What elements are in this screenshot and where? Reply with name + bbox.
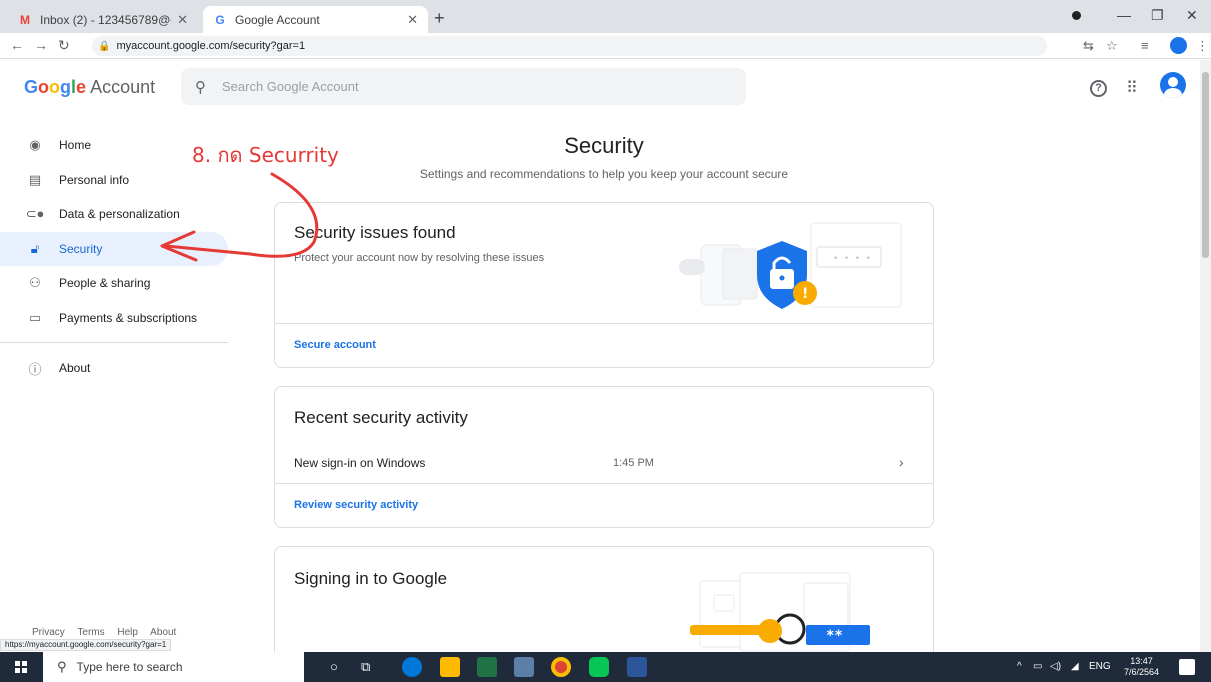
task-view-icon[interactable]: ⧉ <box>361 659 370 675</box>
account-avatar[interactable] <box>1160 72 1186 98</box>
google-logo: Google <box>24 77 87 97</box>
clock-date: 7/6/2564 <box>1124 667 1160 677</box>
sidebar-item-label: Personal info <box>59 172 130 187</box>
browser-toolbar: ← → ↻ 🔒 myaccount.google.com/security?ga… <box>0 33 1211 59</box>
sidebar-item-label: Security <box>59 241 103 256</box>
tab-title: Google Account <box>235 12 320 27</box>
tab-inbox[interactable]: M Inbox (2) - 123456789@dtec.ac.t ✕ <box>8 6 198 33</box>
excel-icon[interactable] <box>477 657 497 677</box>
photos-icon[interactable] <box>514 657 534 677</box>
tab-title: Inbox (2) - 123456789@dtec.ac.t <box>40 12 171 27</box>
card-icon: ▭ <box>28 309 42 325</box>
volume-icon[interactable]: ◁) <box>1050 661 1061 672</box>
search-icon: ⚲ <box>57 659 67 674</box>
url-text: myaccount.google.com/security?gar=1 <box>116 40 306 52</box>
notification-icon[interactable] <box>1179 659 1195 675</box>
tab-google-account[interactable]: G Google Account ✕ <box>203 6 428 33</box>
cortana-icon[interactable]: ○ <box>330 659 338 674</box>
back-icon[interactable]: ← <box>10 37 24 53</box>
word-icon[interactable] <box>627 657 647 677</box>
page-subtitle: Settings and recommendations to help you… <box>419 167 789 181</box>
personal-info-icon: ▤ <box>28 171 42 187</box>
tray-chevron-icon[interactable]: ^ <box>1017 661 1022 672</box>
people-icon: ⚇ <box>29 275 41 291</box>
review-activity-link[interactable]: Review security activity <box>294 499 418 511</box>
translate-icon[interactable]: ⇆ <box>1083 38 1094 54</box>
sidebar-item-label: Payments & subscriptions <box>59 310 198 325</box>
card-title: Signing in to Google <box>294 569 448 588</box>
svg-text:!: ! <box>802 286 808 302</box>
account-header: Google Account ⚲ Search Google Account ?… <box>0 60 1200 116</box>
info-icon: ⓘ <box>28 361 42 377</box>
line-icon[interactable] <box>589 657 609 677</box>
file-explorer-icon[interactable] <box>440 657 460 677</box>
profile-dot-icon <box>1072 11 1081 20</box>
google-account-logo[interactable]: Google Account <box>24 77 155 98</box>
search-input[interactable]: ⚲ Search Google Account <box>181 68 746 105</box>
page-title: Security <box>564 133 644 158</box>
edge-icon[interactable] <box>402 657 422 677</box>
google-icon: G <box>215 12 225 27</box>
minimize-icon[interactable]: — <box>1117 7 1131 23</box>
annotation-arrow <box>160 172 319 262</box>
new-tab-button[interactable]: + <box>434 8 445 29</box>
security-issues-card: Security issues found Protect your accou… <box>274 202 934 368</box>
forward-icon[interactable]: → <box>34 37 48 53</box>
clock-time: 13:47 <box>1130 656 1153 666</box>
maximize-icon[interactable]: ❐ <box>1151 7 1164 24</box>
footer-links[interactable]: Privacy Terms Help About <box>32 627 176 638</box>
taskbar-search-input[interactable]: ⚲ Type here to search <box>43 652 304 682</box>
signing-in-card: Signing in to Google ** <box>274 546 934 656</box>
chrome-icon[interactable] <box>551 657 571 677</box>
browser-tab-strip: M Inbox (2) - 123456789@dtec.ac.t ✕ G Go… <box>0 0 1211 33</box>
signin-key-illustration: ** <box>690 572 870 652</box>
reading-list-icon[interactable]: ≡ <box>1141 38 1149 53</box>
lock-icon: 🔓︎ <box>30 240 40 256</box>
sidebar-item-payments[interactable]: ▭ Payments & subscriptions <box>0 301 228 336</box>
close-icon[interactable]: ✕ <box>177 12 188 28</box>
toggle-icon: ⊂● <box>25 206 45 222</box>
card-divider <box>275 483 933 484</box>
network-icon[interactable]: ◢ <box>1071 661 1079 672</box>
sidebar-divider <box>0 342 228 343</box>
system-clock[interactable]: 13:47 7/6/2564 <box>1124 656 1159 678</box>
profile-avatar-icon[interactable] <box>1170 37 1187 54</box>
chevron-right-icon: › <box>899 454 904 470</box>
window-close-icon[interactable]: ✕ <box>1186 7 1198 24</box>
security-shield-illustration: • • • • ! <box>679 222 902 309</box>
lock-icon: 🔒 <box>98 40 111 52</box>
status-url: https://myaccount.google.com/security?ga… <box>0 639 172 651</box>
language-indicator[interactable]: ENG <box>1089 661 1111 672</box>
sidebar-item-about[interactable]: ⓘ About <box>0 351 228 386</box>
scrollbar-thumb[interactable] <box>1202 72 1209 258</box>
card-divider <box>275 323 933 324</box>
reload-icon[interactable]: ↻ <box>58 37 70 54</box>
svg-text:**: ** <box>826 628 843 644</box>
menu-icon[interactable]: ⋮ <box>1196 38 1209 54</box>
sidebar-item-label: People & sharing <box>59 276 151 291</box>
home-icon: ◉ <box>29 137 41 153</box>
recent-activity-card: Recent security activity New sign-in on … <box>274 386 934 528</box>
activity-row-text: New sign-in on Windows <box>294 456 426 470</box>
svg-text:• • • •: • • • • <box>833 254 871 264</box>
sidebar-item-label: Home <box>59 138 92 153</box>
logo-suffix: Account <box>90 77 156 97</box>
battery-icon[interactable]: ▭ <box>1033 661 1042 672</box>
card-title: Recent security activity <box>294 408 468 427</box>
gmail-icon: M <box>20 12 30 27</box>
secure-account-link[interactable]: Secure account <box>294 339 376 351</box>
address-bar[interactable]: 🔒 myaccount.google.com/security?gar=1 <box>92 36 1047 56</box>
bookmark-star-icon[interactable]: ☆ <box>1106 38 1118 54</box>
windows-taskbar: ⚲ Type here to search ○ ⧉ ^ ▭ ◁) ◢ ENG 1… <box>0 652 1211 682</box>
taskbar-search-placeholder: Type here to search <box>76 660 183 674</box>
windows-start-icon[interactable] <box>15 661 27 673</box>
sidebar-item-label: About <box>59 361 91 376</box>
close-icon[interactable]: ✕ <box>407 12 418 28</box>
apps-grid-icon[interactable]: ⠿ <box>1126 78 1138 98</box>
page-scrollbar[interactable] <box>1200 60 1211 652</box>
help-icon[interactable]: ? <box>1090 80 1107 97</box>
search-placeholder: Search Google Account <box>222 79 359 94</box>
search-icon: ⚲ <box>195 78 206 96</box>
activity-row-time: 1:45 PM <box>613 457 654 469</box>
